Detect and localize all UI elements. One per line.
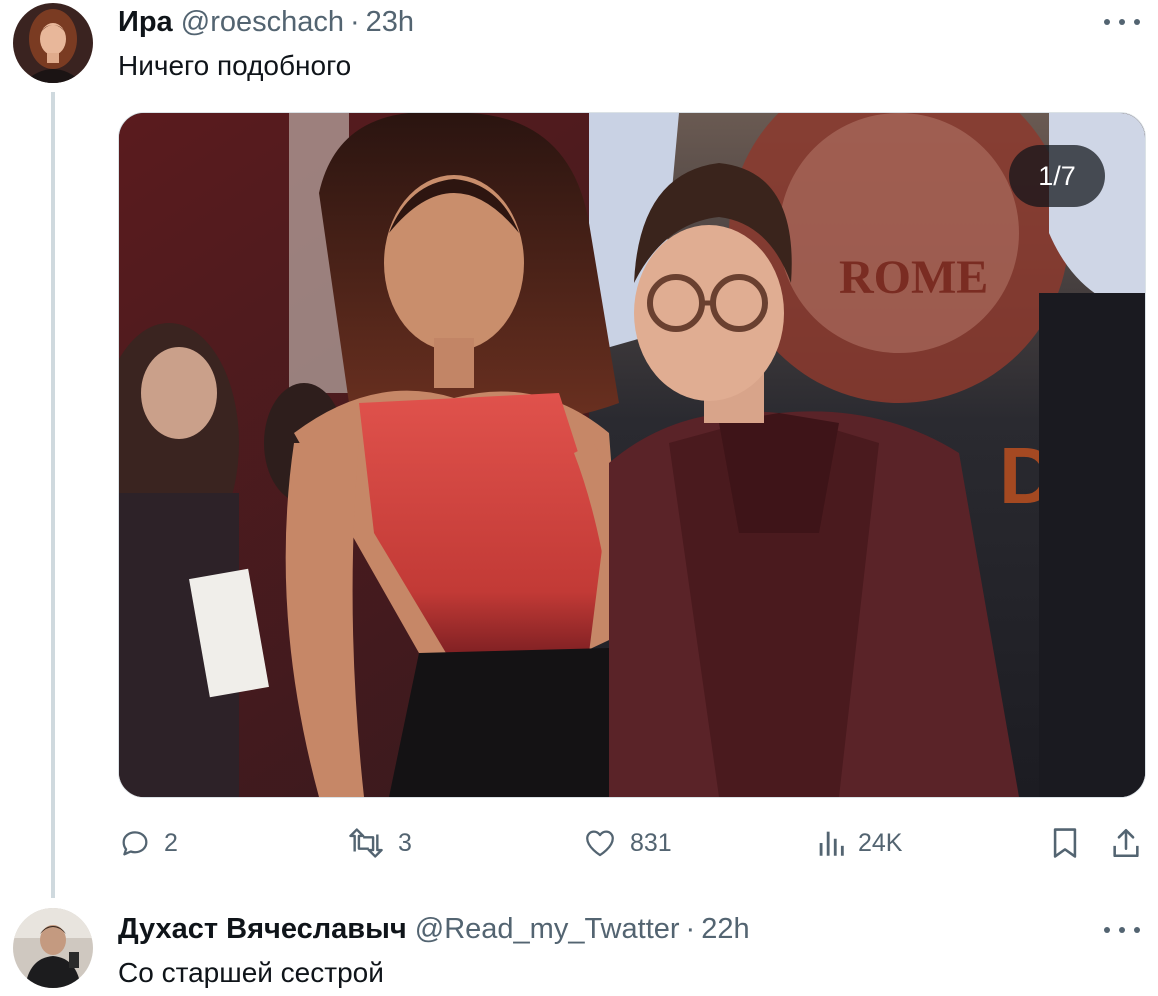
user-handle[interactable]: @roeschach (181, 6, 344, 38)
tweet-media[interactable]: ROME MARV DE (118, 112, 1146, 798)
bookmark-button[interactable] (1050, 818, 1080, 868)
reply-count: 2 (164, 828, 178, 857)
tweet-header: Ира @roeschach · 23h (118, 4, 414, 40)
like-button[interactable]: 831 (582, 818, 672, 868)
heart-icon (586, 830, 614, 857)
photo-two-people-red-carpet: ROME MARV DE (119, 113, 1145, 797)
share-upload-icon (1113, 828, 1139, 858)
user-handle[interactable]: @Read_my_Twatter (415, 913, 680, 945)
tweet-text: Ничего подобного (118, 50, 352, 81)
tweet-header: Духаст Вячеславыч @Read_my_Twatter · 22h (118, 911, 750, 947)
separator-dot: · (350, 6, 360, 38)
views-button[interactable]: 24K (816, 818, 902, 868)
reply-bubble-icon (122, 831, 148, 856)
retweet-button[interactable]: 3 (346, 818, 412, 868)
views-count: 24K (858, 828, 903, 857)
user-avatar-illustrated-woman-icon (13, 3, 93, 83)
reply-button[interactable]: 2 (118, 818, 178, 868)
retweet-count: 3 (398, 828, 412, 857)
tweet-actions: 2 3 831 24K (118, 818, 1148, 868)
avatar[interactable] (13, 3, 93, 83)
timestamp[interactable]: 22h (701, 913, 749, 945)
share-button[interactable] (1110, 818, 1142, 868)
user-avatar-photo-man-icon (13, 908, 93, 988)
svg-text:ROME: ROME (839, 251, 988, 304)
bookmark-icon (1053, 828, 1077, 858)
timestamp[interactable]: 23h (366, 6, 414, 38)
retweet-icon (349, 828, 383, 858)
avatar[interactable] (13, 908, 93, 988)
more-options-icon[interactable] (1104, 12, 1140, 32)
thread-connector-line (51, 92, 55, 898)
media-counter-badge: 1/7 (1009, 145, 1105, 207)
display-name[interactable]: Духаст Вячеславыч (118, 913, 407, 945)
display-name[interactable]: Ира (118, 6, 173, 38)
tweet-text: Со старшей сестрой (118, 957, 384, 988)
like-count: 831 (630, 828, 672, 857)
more-options-icon[interactable] (1104, 920, 1140, 940)
separator-dot: · (685, 913, 696, 945)
views-bar-chart-icon (819, 831, 844, 856)
